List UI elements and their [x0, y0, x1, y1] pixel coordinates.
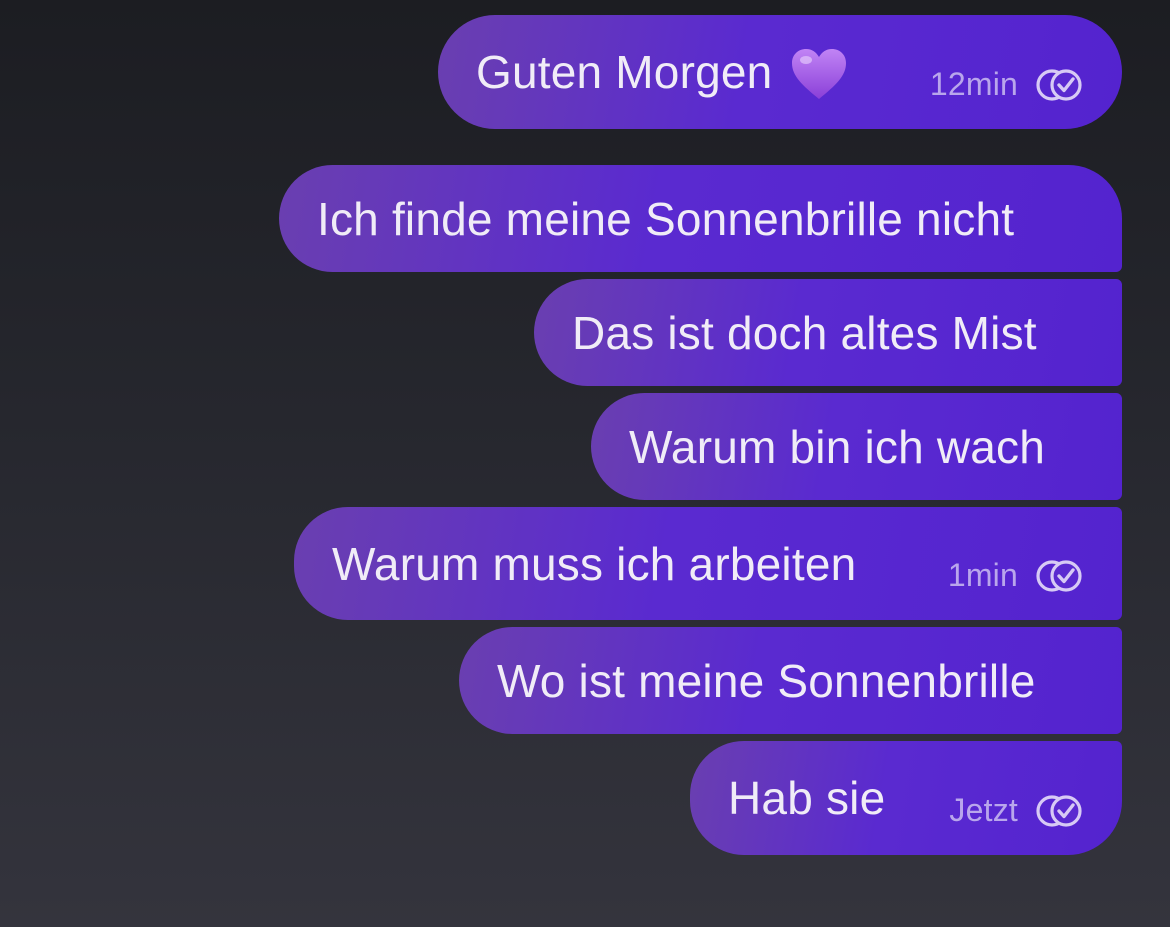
message-bubble[interactable]: Warum bin ich wach [591, 393, 1122, 500]
message-meta: Jetzt [915, 792, 1086, 829]
message-thread: Guten Morgen 12min Ich finde meine Sonne… [0, 0, 1170, 927]
message-meta: 1min [914, 557, 1086, 594]
message-text: Das ist doch altes Mist [572, 306, 1037, 359]
message-bubble[interactable]: Das ist doch altes Mist [534, 279, 1122, 386]
message-bubble[interactable]: Guten Morgen 12min [438, 15, 1122, 129]
message-bubble[interactable]: Hab sie Jetzt [690, 741, 1122, 855]
message-text: Wo ist meine Sonnenbrille [497, 654, 1036, 707]
message-bubble[interactable]: Warum muss ich arbeiten 1min [294, 507, 1122, 620]
purple-heart-icon [790, 47, 848, 101]
read-check-icon [1036, 794, 1082, 827]
message-text: Hab sie [728, 772, 886, 824]
message-time: 1min [947, 557, 1018, 593]
message-bubble[interactable]: Ich finde meine Sonnenbrille nicht [279, 165, 1122, 272]
message-bubble[interactable]: Wo ist meine Sonnenbrille [459, 627, 1122, 734]
message-time: Jetzt [949, 792, 1018, 828]
message-time: 12min [929, 66, 1018, 102]
message-text: Guten Morgen [476, 46, 773, 98]
read-check-icon [1036, 559, 1082, 592]
read-check-icon [1036, 68, 1082, 101]
message-text: Warum bin ich wach [629, 420, 1046, 473]
message-text: Warum muss ich arbeiten [332, 537, 857, 590]
message-meta: 12min [896, 66, 1086, 103]
message-text: Ich finde meine Sonnenbrille nicht [317, 192, 1015, 245]
